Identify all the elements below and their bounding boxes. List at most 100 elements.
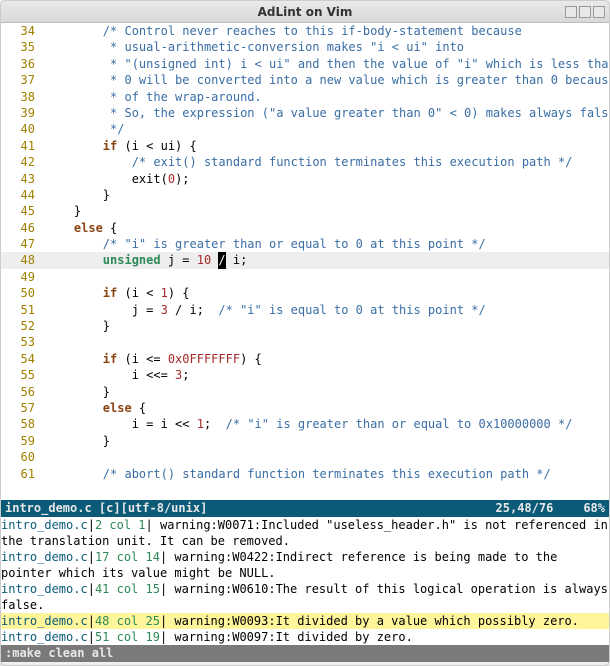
command-text: :make clean all <box>5 646 113 660</box>
text-cursor: / <box>218 252 225 268</box>
code-line[interactable]: 44 } <box>1 187 609 203</box>
line-number: 46 <box>1 220 45 236</box>
code-line[interactable]: 42 /* exit() standard function terminate… <box>1 154 609 170</box>
code-content: exit(0); <box>45 171 609 187</box>
code-content: } <box>45 318 609 334</box>
quickfix-entry[interactable]: intro_demo.c|17 col 14| warning:W0422:In… <box>1 549 609 581</box>
quickfix-entry[interactable]: intro_demo.c|41 col 15| warning:W0610:Th… <box>1 581 609 613</box>
code-content: if (i < 1) { <box>45 285 609 301</box>
line-number: 36 <box>1 56 45 72</box>
line-number: 35 <box>1 39 45 55</box>
status-file: intro_demo.c [c][utf-8/unix] <box>5 500 207 517</box>
line-number: 48 <box>1 252 45 268</box>
code-content: else { <box>45 400 609 416</box>
editor-pane[interactable]: 34 /* Control never reaches to this if-b… <box>1 23 609 500</box>
code-content: i <<= 3; <box>45 367 609 383</box>
line-number: 59 <box>1 433 45 449</box>
code-line[interactable]: 45 } <box>1 203 609 219</box>
line-number: 57 <box>1 400 45 416</box>
code-line[interactable]: 53 <box>1 334 609 350</box>
code-line[interactable]: 60 <box>1 449 609 465</box>
line-number: 49 <box>1 269 45 285</box>
code-content: } <box>45 384 609 400</box>
quickfix-message: warning:W0097:It divided by zero. <box>174 630 412 644</box>
code-line[interactable]: 55 i <<= 3; <box>1 367 609 383</box>
line-number: 58 <box>1 416 45 432</box>
code-content: j = 3 / i; /* "i" is equal to 0 at this … <box>45 302 609 318</box>
line-number: 37 <box>1 72 45 88</box>
code-line[interactable]: 59 } <box>1 433 609 449</box>
code-content: * of the wrap-around. <box>45 89 609 105</box>
code-content: if (i < ui) { <box>45 138 609 154</box>
maximize-button[interactable] <box>579 6 591 18</box>
line-number: 51 <box>1 302 45 318</box>
code-content: /* exit() standard function terminates t… <box>45 154 609 170</box>
window-title: AdLint on Vim <box>258 5 353 19</box>
line-number: 43 <box>1 171 45 187</box>
code-line[interactable]: 48 unsigned j = 10 / i; <box>1 252 609 268</box>
quickfix-position: 2 col 1 <box>95 518 146 532</box>
line-number: 40 <box>1 121 45 137</box>
quickfix-position: 51 col 19 <box>95 630 160 644</box>
code-content: * 0 will be converted into a new value w… <box>45 72 609 88</box>
code-content: else { <box>45 220 609 236</box>
line-number: 44 <box>1 187 45 203</box>
line-number: 42 <box>1 154 45 170</box>
code-line[interactable]: 52 } <box>1 318 609 334</box>
code-content: if (i <= 0x0FFFFFFF) { <box>45 351 609 367</box>
code-line[interactable]: 54 if (i <= 0x0FFFFFFF) { <box>1 351 609 367</box>
line-number: 60 <box>1 449 45 465</box>
quickfix-file: intro_demo.c <box>1 630 88 644</box>
line-number: 45 <box>1 203 45 219</box>
line-number: 61 <box>1 466 45 482</box>
code-line[interactable]: 36 * "(unsigned int) i < ui" and then th… <box>1 56 609 72</box>
code-line[interactable]: 38 * of the wrap-around. <box>1 89 609 105</box>
quickfix-position: 48 col 25 <box>95 614 160 628</box>
code-line[interactable]: 56 } <box>1 384 609 400</box>
quickfix-message: warning:W0093:It divided by a value whic… <box>174 614 579 628</box>
command-line[interactable]: :make clean all <box>1 645 609 662</box>
code-content: i = i << 1; /* "i" is greater than or eq… <box>45 416 609 432</box>
code-line[interactable]: 43 exit(0); <box>1 171 609 187</box>
quickfix-position: 41 col 15 <box>95 582 160 596</box>
quickfix-entry[interactable]: intro_demo.c|51 col 19| warning:W0097:It… <box>1 629 609 645</box>
code-content: * So, the expression ("a value greater t… <box>45 105 609 121</box>
code-line[interactable]: 39 * So, the expression ("a value greate… <box>1 105 609 121</box>
quickfix-message: warning:W0071:Included "useless_header.h… <box>1 518 608 548</box>
line-number: 55 <box>1 367 45 383</box>
minimize-button[interactable] <box>565 6 577 18</box>
line-number: 52 <box>1 318 45 334</box>
line-number: 50 <box>1 285 45 301</box>
code-content: unsigned j = 10 / i; <box>45 252 609 268</box>
code-content: /* abort() standard function terminates … <box>45 466 609 482</box>
quickfix-entry[interactable]: intro_demo.c|48 col 25| warning:W0093:It… <box>1 613 609 629</box>
status-position: 25,48/76 <box>496 500 554 517</box>
code-line[interactable]: 58 i = i << 1; /* "i" is greater than or… <box>1 416 609 432</box>
code-line[interactable]: 35 * usual-arithmetic-conversion makes "… <box>1 39 609 55</box>
window-titlebar: AdLint on Vim <box>1 1 609 23</box>
code-content: * "(unsigned int) i < ui" and then the v… <box>45 56 609 72</box>
code-content: } <box>45 203 609 219</box>
code-line[interactable]: 46 else { <box>1 220 609 236</box>
quickfix-position: 17 col 14 <box>95 550 160 564</box>
code-line[interactable]: 50 if (i < 1) { <box>1 285 609 301</box>
quickfix-entry[interactable]: intro_demo.c|2 col 1| warning:W0071:Incl… <box>1 517 609 549</box>
code-line[interactable]: 51 j = 3 / i; /* "i" is equal to 0 at th… <box>1 302 609 318</box>
code-content <box>45 334 609 350</box>
code-line[interactable]: 49 <box>1 269 609 285</box>
code-line[interactable]: 57 else { <box>1 400 609 416</box>
close-button[interactable] <box>593 6 605 18</box>
code-line[interactable]: 40 */ <box>1 121 609 137</box>
code-line[interactable]: 34 /* Control never reaches to this if-b… <box>1 23 609 39</box>
line-number: 34 <box>1 23 45 39</box>
code-content <box>45 449 609 465</box>
line-number: 47 <box>1 236 45 252</box>
code-line[interactable]: 47 /* "i" is greater than or equal to 0 … <box>1 236 609 252</box>
code-line[interactable]: 41 if (i < ui) { <box>1 138 609 154</box>
code-line[interactable]: 61 /* abort() standard function terminat… <box>1 466 609 482</box>
quickfix-pane[interactable]: intro_demo.c|2 col 1| warning:W0071:Incl… <box>1 517 609 645</box>
line-number: 41 <box>1 138 45 154</box>
code-content: */ <box>45 121 609 137</box>
code-line[interactable]: 37 * 0 will be converted into a new valu… <box>1 72 609 88</box>
code-content <box>45 269 609 285</box>
